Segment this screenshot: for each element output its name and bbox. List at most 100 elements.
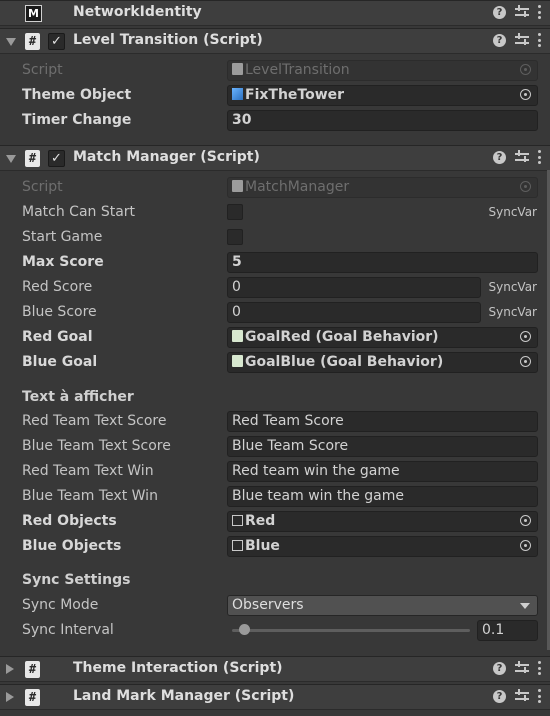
start-game-checkbox[interactable]: [227, 229, 243, 245]
script-icon: #: [25, 33, 40, 50]
field-label: Sync Mode: [22, 597, 99, 613]
red-text-win-input[interactable]: Red team win the game: [227, 461, 538, 482]
red-text-score-input[interactable]: Red Team Score: [227, 411, 538, 432]
script-file-icon: [232, 180, 243, 192]
field-label: Red Team Text Win: [22, 463, 154, 479]
component-enabled-checkbox[interactable]: ✓: [48, 33, 65, 50]
kebab-menu-icon[interactable]: [538, 661, 542, 675]
timer-change-row: Timer Change 30: [0, 109, 550, 134]
sync-mode-row: Sync Mode Observers: [0, 594, 550, 619]
field-label: Red Team Text Score: [22, 413, 167, 429]
kebab-menu-icon[interactable]: [538, 689, 542, 703]
gameobject-icon: [232, 515, 243, 526]
max-score-input[interactable]: 5: [227, 252, 538, 273]
network-identity-icon: M: [25, 5, 42, 22]
chevron-down-icon: [520, 603, 530, 609]
field-value: Blue: [245, 538, 280, 554]
component-title: Land Mark Manager (Script): [73, 688, 295, 704]
land-mark-manager-header[interactable]: # Land Mark Manager (Script) ?: [0, 684, 550, 710]
kebab-menu-icon[interactable]: [538, 150, 542, 164]
network-identity-header[interactable]: M NetworkIdentity ?: [0, 0, 550, 26]
max-score-row: Max Score 5: [0, 251, 550, 276]
component-title: Match Manager (Script): [73, 149, 260, 165]
sync-mode-dropdown[interactable]: Observers: [227, 595, 538, 616]
field-label: Theme Object: [22, 87, 132, 103]
blue-goal-row: Blue Goal GoalBlue (Goal Behavior): [0, 351, 550, 376]
kebab-menu-icon[interactable]: [538, 5, 542, 19]
match-manager-header[interactable]: # ✓ Match Manager (Script) ?: [0, 145, 550, 171]
field-label: Script: [22, 179, 63, 195]
blue-text-win-row: Blue Team Text Win Blue team win the gam…: [0, 485, 550, 510]
syncvar-tag: SyncVar: [488, 205, 538, 219]
red-goal-row: Red Goal GoalRed (Goal Behavior): [0, 326, 550, 351]
fold-arrow-icon[interactable]: [6, 664, 14, 674]
help-icon[interactable]: ?: [493, 689, 506, 703]
field-value: FixTheTower: [245, 87, 345, 103]
script-field: LevelTransition: [227, 60, 538, 81]
field-label: Timer Change: [22, 112, 132, 128]
field-value: GoalRed (Goal Behavior): [245, 329, 439, 345]
help-icon[interactable]: ?: [493, 150, 506, 164]
fold-arrow-icon[interactable]: [6, 38, 16, 46]
object-picker-icon[interactable]: [520, 515, 531, 526]
section-header: Text à afficher: [22, 389, 134, 405]
field-value: LevelTransition: [245, 62, 350, 78]
blue-text-score-row: Blue Team Text Score Blue Team Score: [0, 435, 550, 460]
sync-interval-slider-track[interactable]: [232, 629, 470, 632]
field-label: Blue Objects: [22, 538, 122, 554]
field-label: Red Goal: [22, 329, 93, 345]
fold-arrow-icon[interactable]: [6, 692, 14, 702]
script-icon: #: [25, 150, 40, 167]
component-enabled-checkbox[interactable]: ✓: [48, 150, 65, 167]
field-label: Blue Score: [22, 304, 97, 320]
match-can-start-checkbox[interactable]: [227, 204, 243, 220]
object-picker-icon[interactable]: [520, 356, 531, 367]
help-icon[interactable]: ?: [493, 5, 506, 19]
blue-score-input[interactable]: 0: [227, 302, 481, 323]
object-picker-icon[interactable]: [520, 331, 531, 342]
presets-icon[interactable]: [515, 33, 529, 47]
theme-object-field[interactable]: FixTheTower: [227, 85, 538, 106]
script-icon: #: [25, 661, 40, 678]
red-text-score-row: Red Team Text Score Red Team Score: [0, 410, 550, 435]
object-picker-icon[interactable]: [520, 540, 531, 551]
red-goal-field[interactable]: GoalRed (Goal Behavior): [227, 327, 538, 348]
level-transition-header[interactable]: # ✓ Level Transition (Script) ?: [0, 28, 550, 54]
timer-change-input[interactable]: 30: [227, 110, 538, 131]
blue-text-score-input[interactable]: Blue Team Score: [227, 436, 538, 457]
red-objects-field[interactable]: Red: [227, 511, 538, 532]
presets-icon[interactable]: [515, 661, 529, 675]
script-row: Script MatchManager: [0, 176, 550, 201]
help-icon[interactable]: ?: [493, 661, 506, 675]
script-file-icon: [232, 355, 243, 367]
red-score-input[interactable]: 0: [227, 277, 481, 298]
presets-icon[interactable]: [515, 150, 529, 164]
field-value: GoalBlue (Goal Behavior): [245, 354, 444, 370]
field-label: Red Score: [22, 279, 93, 295]
theme-interaction-header[interactable]: # Theme Interaction (Script) ?: [0, 656, 550, 682]
presets-icon[interactable]: [515, 689, 529, 703]
help-icon[interactable]: ?: [493, 33, 506, 47]
red-score-row: Red Score 0 SyncVar: [0, 276, 550, 301]
sync-interval-input[interactable]: 0.1: [477, 620, 538, 641]
field-label: Script: [22, 62, 63, 78]
fold-arrow-icon[interactable]: [6, 155, 16, 163]
field-label: Blue Goal: [22, 354, 98, 370]
blue-text-win-input[interactable]: Blue team win the game: [227, 486, 538, 507]
sync-interval-row: Sync Interval 0.1: [0, 619, 550, 644]
script-field: MatchManager: [227, 177, 538, 198]
script-file-icon: [232, 330, 243, 342]
field-label: Sync Interval: [22, 622, 114, 638]
component-title: NetworkIdentity: [73, 4, 202, 20]
presets-icon[interactable]: [515, 5, 529, 19]
field-value: Red: [245, 513, 276, 529]
kebab-menu-icon[interactable]: [538, 33, 542, 47]
object-picker-icon[interactable]: [520, 89, 531, 100]
section-header: Sync Settings: [22, 572, 131, 588]
blue-goal-field[interactable]: GoalBlue (Goal Behavior): [227, 352, 538, 373]
theme-object-row: Theme Object FixTheTower: [0, 84, 550, 109]
sync-interval-slider-thumb[interactable]: [238, 624, 250, 635]
object-picker-icon: [520, 64, 531, 75]
field-label: Blue Team Text Win: [22, 488, 158, 504]
blue-objects-field[interactable]: Blue: [227, 536, 538, 557]
